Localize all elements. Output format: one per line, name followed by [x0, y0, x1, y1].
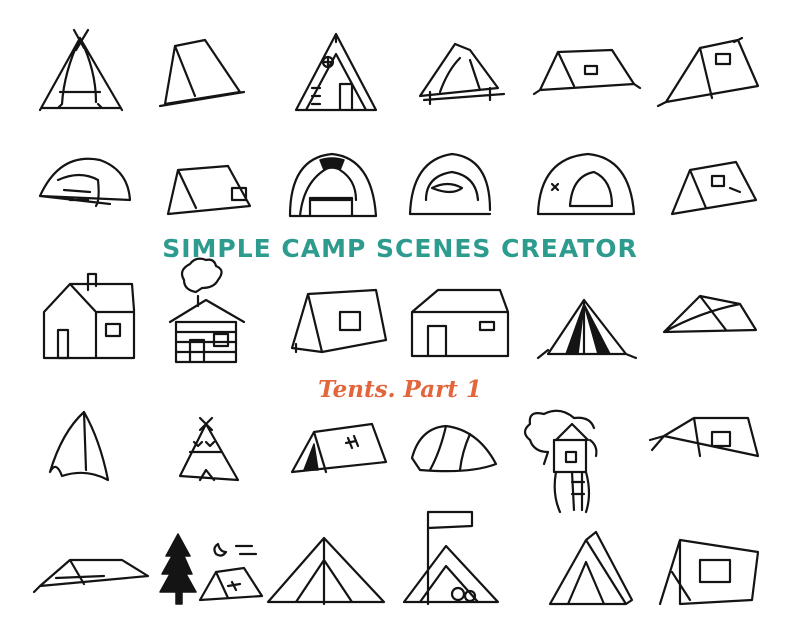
- cabin-tent-icon: [290, 288, 388, 354]
- icon-sheet: [32, 28, 760, 606]
- forest-night-scene-icon: [159, 533, 264, 605]
- ridge-tent-icon: [656, 36, 760, 108]
- treehouse-icon: [523, 409, 598, 514]
- log-cabin-icon: [168, 257, 246, 364]
- pup-tent-icon: [158, 38, 246, 108]
- lean-to-tent-icon: [32, 558, 150, 594]
- tarp-tent-icon: [648, 416, 760, 458]
- leaf-tent-icon: [48, 410, 110, 482]
- page-title: SIMPLE CAMP SCENES CREATOR: [162, 234, 638, 263]
- teepee-icon: [178, 416, 240, 482]
- draped-tent-icon: [662, 294, 758, 334]
- bell-tent-icon: [266, 536, 386, 606]
- page-subtitle: Tents. Part 1: [318, 376, 482, 403]
- a-frame-cabin-icon: [294, 32, 378, 112]
- teepee-poles-icon: [38, 28, 124, 112]
- flap-tent-icon: [166, 164, 252, 216]
- patched-ridge-tent-icon: [670, 160, 758, 216]
- striped-dome-tent-icon: [288, 152, 378, 218]
- pup-tent-window-icon: [290, 422, 388, 474]
- dome-tent-icon: [38, 157, 132, 208]
- wall-tent-icon: [410, 288, 510, 358]
- flag-tent-icon: [402, 510, 500, 606]
- striped-tent-icon: [536, 298, 638, 360]
- dome-tent-with-door-icon: [536, 152, 636, 216]
- house-icon: [42, 272, 136, 360]
- patched-tent-icon: [532, 48, 642, 96]
- tunnel-tent-icon: [410, 424, 498, 473]
- a-frame-tent-icon: [548, 530, 634, 606]
- tunnel-tent-icon: [408, 152, 492, 216]
- canopy-tent-icon: [418, 42, 506, 106]
- poled-tarp-tent-icon: [658, 538, 760, 606]
